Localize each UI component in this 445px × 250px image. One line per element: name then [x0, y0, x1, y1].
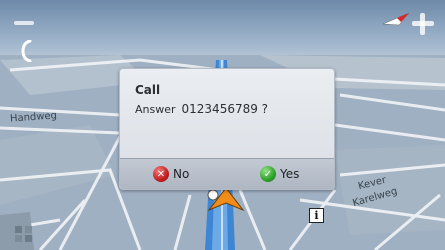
dialog-button-bar: ✕ No ✓ Yes: [120, 158, 334, 189]
compass-icon[interactable]: [383, 12, 409, 26]
zoom-out-button[interactable]: [14, 21, 34, 25]
yes-button[interactable]: ✓ Yes: [260, 166, 299, 182]
navigation-screen: Handweg Kever Karelweg Call Answer 012345…: [0, 0, 445, 250]
incoming-call-dialog: Call Answer 0123456789 ? ✕ No ✓ Yes: [119, 68, 335, 190]
info-poi-icon[interactable]: i: [309, 208, 324, 223]
grid-icon[interactable]: [14, 225, 34, 243]
accept-icon: ✓: [260, 166, 276, 182]
phone-icon[interactable]: [20, 40, 34, 62]
reject-icon: ✕: [153, 166, 169, 182]
zoom-in-icon: [420, 13, 425, 35]
answer-label: Answer: [135, 103, 176, 116]
no-button[interactable]: ✕ No: [153, 166, 189, 182]
yes-button-label: Yes: [280, 167, 300, 181]
dialog-title: Call: [135, 83, 161, 97]
dialog-message: Answer 0123456789 ?: [135, 102, 268, 116]
no-button-label: No: [173, 167, 190, 181]
caller-number: 0123456789 ?: [181, 102, 269, 116]
